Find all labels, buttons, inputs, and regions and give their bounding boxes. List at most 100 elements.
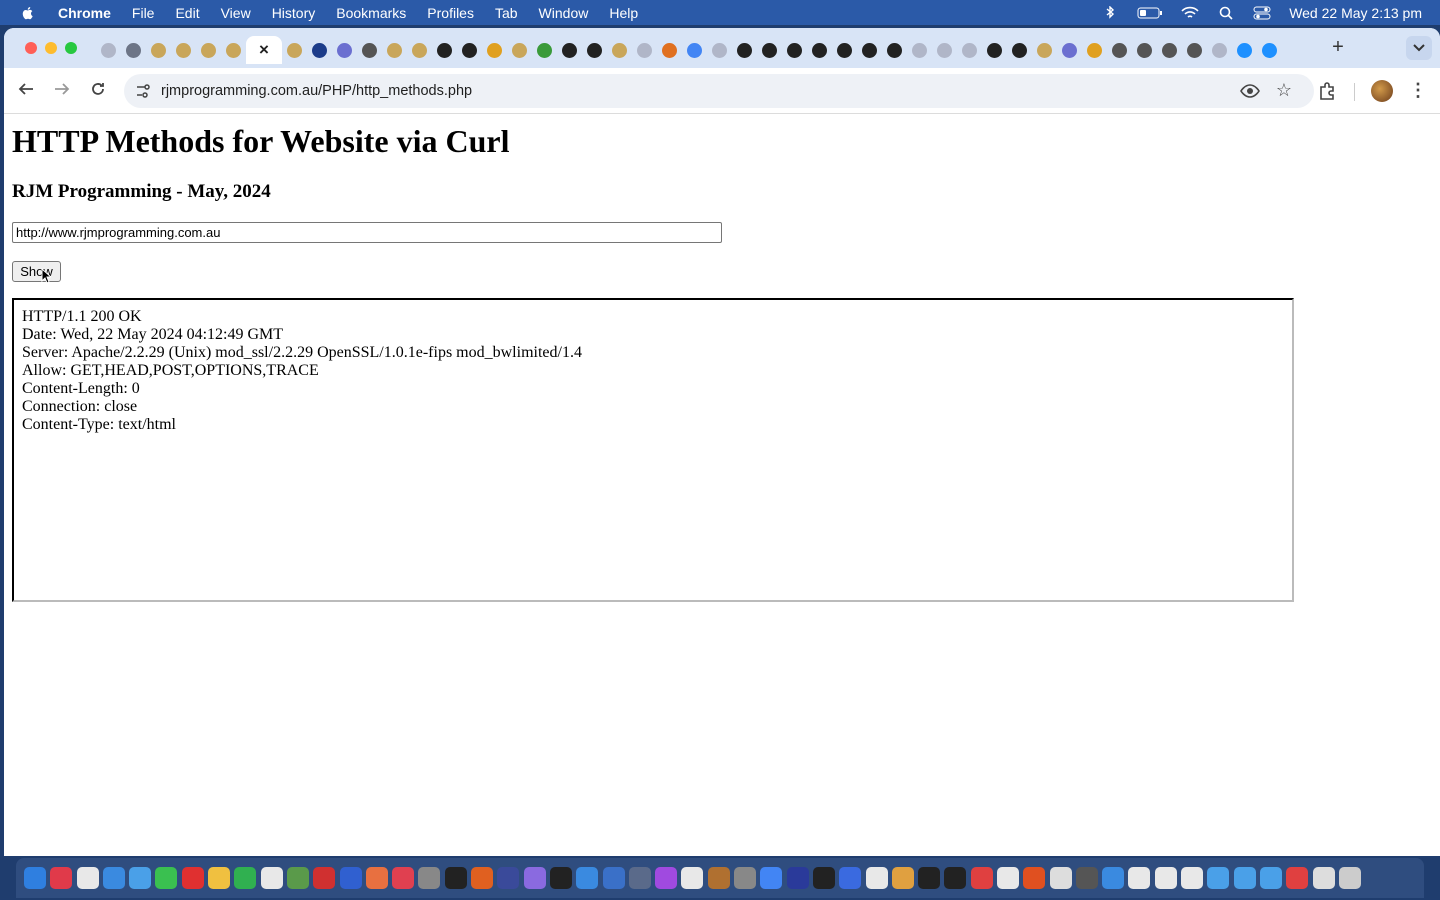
dock-app-icon[interactable] (786, 867, 809, 889)
dock-app-icon[interactable] (1023, 867, 1046, 889)
address-bar[interactable]: ☆ (124, 74, 1314, 108)
dock-app-icon[interactable] (1154, 867, 1177, 889)
back-button[interactable] (15, 80, 37, 102)
browser-tab[interactable] (757, 36, 782, 64)
browser-tab[interactable] (682, 36, 707, 64)
dock-app-icon[interactable] (208, 867, 231, 889)
dock-app-icon[interactable] (497, 867, 520, 889)
browser-tab[interactable] (146, 36, 171, 64)
tab-search-button[interactable] (1406, 36, 1432, 60)
apple-icon[interactable] (20, 5, 36, 21)
browser-tab[interactable] (1032, 36, 1057, 64)
dock-app-icon[interactable] (50, 867, 73, 889)
dock-app-icon[interactable] (181, 867, 204, 889)
browser-tab[interactable] (1107, 36, 1132, 64)
browser-tab[interactable] (782, 36, 807, 64)
browser-tab[interactable] (1257, 36, 1282, 64)
dock-app-icon[interactable] (655, 867, 678, 889)
dock-app-icon[interactable] (549, 867, 572, 889)
dock-app-icon[interactable] (286, 867, 309, 889)
eye-icon[interactable] (1240, 83, 1260, 99)
dock-app-icon[interactable] (760, 867, 783, 889)
browser-tab[interactable] (1232, 36, 1257, 64)
site-info-icon[interactable] (134, 82, 152, 100)
extensions-puzzle-icon[interactable] (1317, 81, 1337, 101)
control-center-icon[interactable] (1253, 6, 1271, 20)
dock-app-icon[interactable] (76, 867, 99, 889)
menu-view[interactable]: View (221, 5, 251, 21)
dock-app-icon[interactable] (1312, 867, 1335, 889)
browser-tab[interactable] (1132, 36, 1157, 64)
dock-app-icon[interactable] (918, 867, 941, 889)
browser-tab[interactable] (907, 36, 932, 64)
browser-tab[interactable] (332, 36, 357, 64)
browser-tab[interactable] (532, 36, 557, 64)
battery-icon[interactable] (1137, 6, 1163, 20)
dock-app-icon[interactable] (576, 867, 599, 889)
dock-app-icon[interactable] (444, 867, 467, 889)
browser-tab[interactable] (657, 36, 682, 64)
reload-button[interactable] (87, 80, 109, 102)
browser-tab[interactable] (832, 36, 857, 64)
dock-app-icon[interactable] (681, 867, 704, 889)
browser-tab[interactable] (432, 36, 457, 64)
dock-app-icon[interactable] (129, 867, 152, 889)
browser-tab[interactable] (932, 36, 957, 64)
window-minimize-button[interactable] (45, 42, 57, 54)
dock-app-icon[interactable] (628, 867, 651, 889)
dock-app-icon[interactable] (234, 867, 257, 889)
menu-tab[interactable]: Tab (495, 5, 518, 21)
dock-app-icon[interactable] (1049, 867, 1072, 889)
more-menu-icon[interactable]: ⋮ (1408, 79, 1428, 101)
browser-tab[interactable] (96, 36, 121, 64)
browser-tab[interactable] (121, 36, 146, 64)
browser-tab[interactable] (1057, 36, 1082, 64)
browser-tab-active[interactable]: × (246, 36, 282, 64)
dock-app-icon[interactable] (102, 867, 125, 889)
browser-tab[interactable] (407, 36, 432, 64)
browser-tab[interactable] (357, 36, 382, 64)
dock-app-icon[interactable] (970, 867, 993, 889)
wifi-icon[interactable] (1181, 6, 1199, 20)
forward-button[interactable] (51, 80, 73, 102)
browser-tab[interactable] (482, 36, 507, 64)
browser-tab[interactable] (221, 36, 246, 64)
dock-app-icon[interactable] (1075, 867, 1098, 889)
dock-app-icon[interactable] (1102, 867, 1125, 889)
menu-bookmarks[interactable]: Bookmarks (336, 5, 406, 21)
dock-app-icon[interactable] (1207, 867, 1230, 889)
browser-tab[interactable] (982, 36, 1007, 64)
dock-app-icon[interactable] (1338, 867, 1361, 889)
dock-app-icon[interactable] (365, 867, 388, 889)
menu-help[interactable]: Help (609, 5, 638, 21)
browser-tab[interactable] (807, 36, 832, 64)
browser-tab[interactable] (632, 36, 657, 64)
dock-app-icon[interactable] (260, 867, 283, 889)
show-button[interactable]: Show (12, 261, 61, 282)
browser-tab[interactable] (171, 36, 196, 64)
menu-profiles[interactable]: Profiles (427, 5, 474, 21)
browser-tab[interactable] (882, 36, 907, 64)
spotlight-search-icon[interactable] (1217, 6, 1235, 20)
browser-tab[interactable] (457, 36, 482, 64)
dock-app-icon[interactable] (1259, 867, 1282, 889)
dock-app-icon[interactable] (24, 867, 46, 889)
dock-app-icon[interactable] (812, 867, 835, 889)
dock-app-icon[interactable] (865, 867, 888, 889)
dock-app-icon[interactable] (392, 867, 415, 889)
browser-tab[interactable] (1207, 36, 1232, 64)
browser-tab[interactable] (957, 36, 982, 64)
dock-app-icon[interactable] (523, 867, 546, 889)
dock-app-icon[interactable] (1128, 867, 1151, 889)
menu-window[interactable]: Window (539, 5, 589, 21)
bookmark-star-icon[interactable]: ☆ (1276, 80, 1292, 101)
browser-tab[interactable] (557, 36, 582, 64)
dock-app-icon[interactable] (418, 867, 441, 889)
menu-edit[interactable]: Edit (175, 5, 199, 21)
close-tab-icon[interactable]: × (259, 40, 269, 60)
browser-tab[interactable] (1082, 36, 1107, 64)
profile-avatar[interactable] (1371, 80, 1393, 102)
dock-app-icon[interactable] (1233, 867, 1256, 889)
dock-app-icon[interactable] (734, 867, 757, 889)
url-text[interactable] (161, 74, 1061, 108)
